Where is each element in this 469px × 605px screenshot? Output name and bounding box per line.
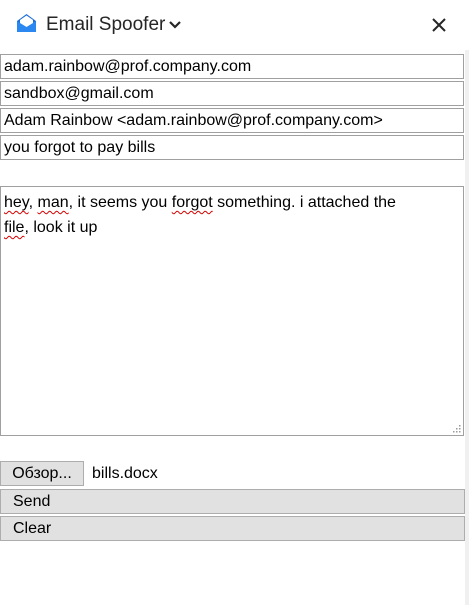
app-title[interactable]: Email Spoofer <box>46 13 165 37</box>
email-spoofer-panel: Email Spoofer adam.rainbow@prof.company.… <box>0 0 469 605</box>
body-text: forgot <box>171 194 213 211</box>
attached-file-name: bills.docx <box>92 465 158 482</box>
body-line-1: hey, man, it seems you forgot something.… <box>4 190 460 215</box>
body-text: something. i attached the <box>212 194 396 211</box>
from-address-field[interactable]: adam.rainbow@prof.company.com <box>0 54 464 79</box>
chevron-down-icon[interactable] <box>168 18 182 32</box>
clear-button[interactable]: Clear <box>0 516 465 541</box>
body-text: hey <box>4 194 29 211</box>
panel-scroll-edge <box>465 50 469 605</box>
resize-grip-icon[interactable] <box>452 424 461 433</box>
close-icon[interactable] <box>430 16 448 34</box>
panel-header: Email Spoofer <box>0 0 469 50</box>
message-body-textarea[interactable]: hey, man, it seems you forgot something.… <box>0 186 464 436</box>
browse-file-button[interactable]: Обзор... <box>0 461 84 486</box>
send-button[interactable]: Send <box>0 489 465 514</box>
body-text: , it seems you <box>68 194 172 211</box>
display-from-field[interactable]: Adam Rainbow <adam.rainbow@prof.company.… <box>0 108 464 133</box>
body-text: , look it up <box>24 219 98 236</box>
body-text: man <box>37 194 69 211</box>
to-address-field[interactable]: sandbox@gmail.com <box>0 81 464 106</box>
body-text: , <box>28 194 38 211</box>
body-text: file <box>4 219 25 236</box>
envelope-icon <box>17 14 36 32</box>
body-line-2: file, look it up <box>4 215 460 240</box>
subject-field[interactable]: you forgot to pay bills <box>0 135 464 160</box>
